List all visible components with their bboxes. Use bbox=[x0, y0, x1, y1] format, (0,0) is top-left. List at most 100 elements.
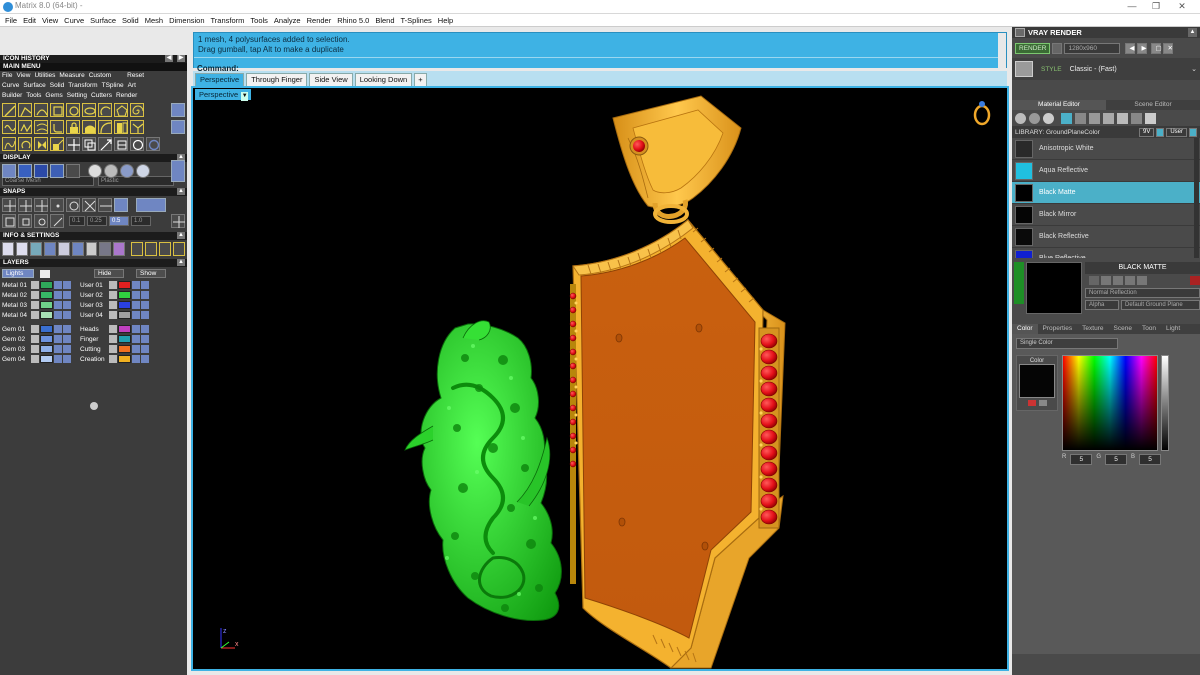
reflection-select[interactable]: Normal Reflection bbox=[1085, 288, 1200, 298]
polygon-tool-icon[interactable] bbox=[114, 102, 128, 117]
layer-lock-icon[interactable] bbox=[54, 281, 62, 289]
mat-opt4-icon[interactable] bbox=[1125, 276, 1135, 285]
object-list-icon[interactable] bbox=[99, 241, 112, 256]
menu-render[interactable]: Render bbox=[304, 14, 335, 26]
mm-render[interactable]: Render bbox=[116, 91, 137, 101]
blue-input[interactable]: 5 bbox=[1139, 454, 1162, 465]
snap-value-4[interactable]: 1.0 bbox=[131, 216, 151, 226]
display-mesh-select[interactable]: Coarse Mesh bbox=[2, 176, 94, 186]
layer-lock-icon[interactable] bbox=[132, 301, 140, 309]
mat-gem-icon[interactable] bbox=[1131, 112, 1142, 124]
snap-project-icon[interactable] bbox=[50, 214, 64, 228]
command-scrollbar[interactable] bbox=[998, 33, 1006, 68]
add-viewport-tab-button[interactable]: + bbox=[414, 73, 427, 86]
mm-gems[interactable]: Gems bbox=[45, 91, 62, 101]
layer-color-swatch[interactable] bbox=[40, 345, 53, 353]
mat-opt1-icon[interactable] bbox=[1089, 276, 1099, 285]
split-icon[interactable] bbox=[114, 119, 128, 134]
layer-select-checkbox[interactable] bbox=[31, 291, 39, 299]
layer-lock-icon[interactable] bbox=[54, 311, 62, 319]
tab-toon[interactable]: Toon bbox=[1137, 324, 1161, 334]
snap-point-icon[interactable] bbox=[34, 197, 48, 212]
layer-row-user-02[interactable]: User 02 bbox=[78, 290, 150, 300]
layer-color-swatch[interactable] bbox=[40, 301, 53, 309]
close-button[interactable]: ✕ bbox=[1168, 0, 1196, 14]
layer-visibility-icon[interactable] bbox=[63, 345, 71, 353]
layer-color-swatch[interactable] bbox=[118, 325, 131, 333]
pendant-shield[interactable] bbox=[569, 218, 786, 669]
menu-analyze[interactable]: Analyze bbox=[271, 14, 304, 26]
material-side-tab[interactable] bbox=[1014, 262, 1024, 304]
layer-select-checkbox[interactable] bbox=[109, 281, 117, 289]
color-swatch[interactable] bbox=[1019, 364, 1055, 398]
curve-tool-icon[interactable] bbox=[34, 102, 48, 117]
layer-lock-icon[interactable] bbox=[132, 291, 140, 299]
layer-lock-icon[interactable] bbox=[132, 355, 140, 363]
material-item[interactable]: Black Mirror bbox=[1012, 204, 1200, 226]
style-dropdown-icon[interactable]: ⌄ bbox=[1191, 65, 1197, 73]
join-icon[interactable] bbox=[130, 119, 144, 134]
history-icon[interactable] bbox=[71, 241, 84, 256]
mm-tspline[interactable]: TSpline bbox=[102, 81, 124, 91]
calendar-icon[interactable] bbox=[173, 241, 185, 256]
layer-lock-icon[interactable] bbox=[132, 345, 140, 353]
layer-color-swatch[interactable] bbox=[40, 281, 53, 289]
menu-dimension[interactable]: Dimension bbox=[166, 14, 207, 26]
layer-visibility-icon[interactable] bbox=[141, 291, 149, 299]
tab-texture[interactable]: Texture bbox=[1077, 324, 1108, 334]
menu-tsplines[interactable]: T-Splines bbox=[398, 14, 435, 26]
scale-icon[interactable] bbox=[50, 136, 64, 151]
tab-side-view[interactable]: Side View bbox=[309, 73, 353, 86]
mm-solid[interactable]: Solid bbox=[50, 81, 64, 91]
expand-icon[interactable]: ✕ bbox=[1163, 43, 1174, 54]
menu-rhino[interactable]: Rhino 5.0 bbox=[334, 14, 372, 26]
snap-perp-icon[interactable] bbox=[98, 197, 112, 212]
vray-collapse-icon[interactable]: ▲ bbox=[1188, 28, 1197, 37]
tab-material-editor[interactable]: Material Editor bbox=[1012, 100, 1106, 110]
lock-icon[interactable] bbox=[66, 119, 80, 134]
mat-opt3-icon[interactable] bbox=[1113, 276, 1123, 285]
mat-delete-icon[interactable] bbox=[1190, 276, 1200, 285]
layer-row-metal-03[interactable]: Metal 03 bbox=[0, 300, 72, 310]
layer-visibility-icon[interactable] bbox=[141, 345, 149, 353]
layer-visibility-icon[interactable] bbox=[63, 301, 71, 309]
layer-color-swatch[interactable] bbox=[118, 335, 131, 343]
layer-row-heads[interactable]: Heads bbox=[78, 324, 150, 334]
arc-tool-icon[interactable] bbox=[98, 102, 112, 117]
maximize-button[interactable]: ❐ bbox=[1142, 0, 1170, 14]
color-spectrum[interactable] bbox=[1062, 355, 1158, 451]
mm-transform[interactable]: Transform bbox=[68, 81, 97, 91]
menu-edit[interactable]: Edit bbox=[20, 14, 39, 26]
layer-select-checkbox[interactable] bbox=[109, 355, 117, 363]
menu-file[interactable]: File bbox=[2, 14, 20, 26]
layer-select-checkbox[interactable] bbox=[31, 325, 39, 333]
mat-drop-icon[interactable] bbox=[1117, 112, 1128, 124]
mm-setting[interactable]: Setting bbox=[67, 91, 87, 101]
material-item[interactable]: Black Reflective bbox=[1012, 226, 1200, 248]
library-toggle[interactable] bbox=[1156, 127, 1165, 137]
layer-lock-icon[interactable] bbox=[132, 311, 140, 319]
menu-mesh[interactable]: Mesh bbox=[142, 14, 166, 26]
snap-extra-icon[interactable] bbox=[171, 214, 185, 228]
layer-select-checkbox[interactable] bbox=[109, 345, 117, 353]
rectangle-tool-icon[interactable] bbox=[50, 102, 64, 117]
sphere-blue-icon[interactable] bbox=[120, 163, 134, 178]
snap-end-icon[interactable] bbox=[2, 197, 16, 212]
xray-view-icon[interactable] bbox=[66, 163, 80, 178]
lights-button[interactable]: Lights bbox=[2, 269, 34, 278]
spiral-tool-icon[interactable] bbox=[130, 102, 144, 117]
layer-select-checkbox[interactable] bbox=[31, 311, 39, 319]
tab-light[interactable]: Light bbox=[1161, 324, 1185, 334]
layer-row-metal-01[interactable]: Metal 01 bbox=[0, 280, 72, 290]
layer-select-checkbox[interactable] bbox=[109, 301, 117, 309]
snap-value-2[interactable]: 0.25 bbox=[87, 216, 107, 226]
color-mode-select[interactable]: Single Color bbox=[1016, 338, 1118, 349]
snap-quad-icon[interactable] bbox=[2, 214, 16, 228]
mm-utilities[interactable]: Utilities bbox=[34, 71, 55, 81]
swatch-pick-icon[interactable] bbox=[1027, 400, 1036, 406]
material-item[interactable]: Aqua Reflective bbox=[1012, 160, 1200, 182]
layer-row-gem-01[interactable]: Gem 01 bbox=[0, 324, 72, 334]
layer-color-swatch[interactable] bbox=[40, 311, 53, 319]
layer-color-swatch[interactable] bbox=[40, 355, 53, 363]
array-icon[interactable] bbox=[98, 136, 112, 151]
